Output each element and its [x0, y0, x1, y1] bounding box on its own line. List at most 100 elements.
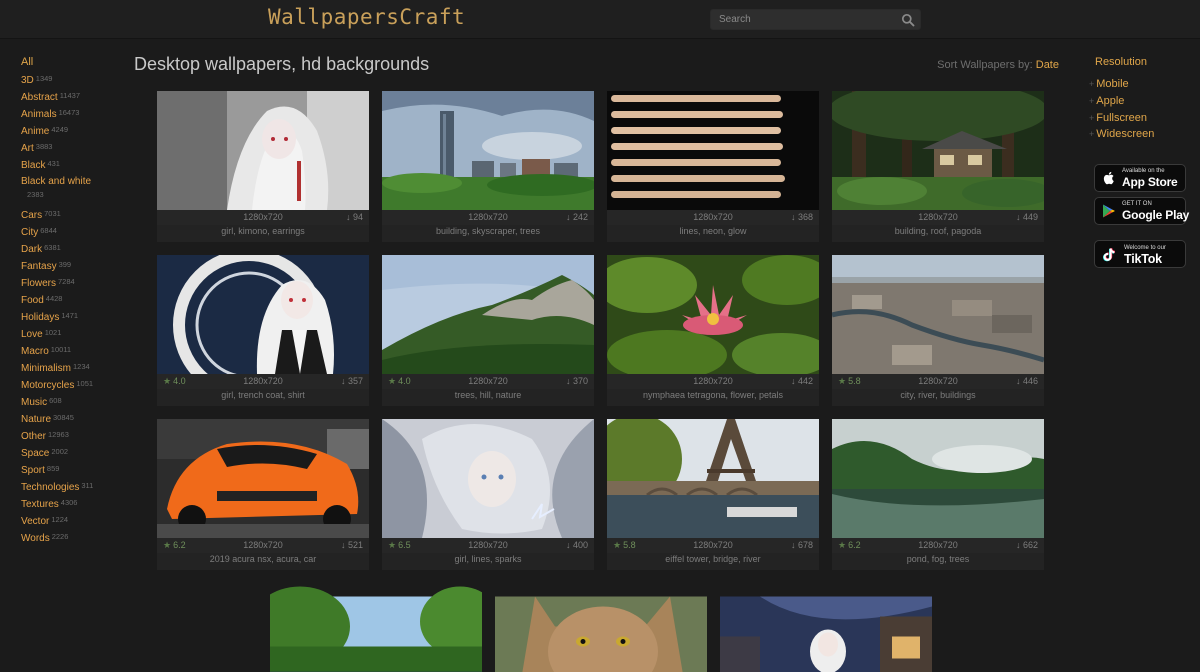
- wallpaper-thumbnail[interactable]: [157, 91, 369, 210]
- resolution-item: + Mobile: [1089, 76, 1189, 93]
- wallpaper-thumbnail[interactable]: [382, 419, 594, 538]
- category-link-3d[interactable]: 3D: [21, 75, 34, 86]
- sort-value-link[interactable]: Date: [1036, 59, 1059, 71]
- category-link-holidays[interactable]: Holidays: [21, 312, 59, 323]
- category-item: Holidays 1471: [21, 309, 126, 326]
- wallpaper-card: ★ 5.8 1280x720 ↓ 678 eiffel tower, bridge…: [607, 419, 819, 570]
- wallpaper-resolution: 1280x720: [468, 376, 508, 386]
- category-item: 3D 1349: [21, 72, 126, 89]
- wallpaper-meta: ★ 5.8 1280x720 ↓ 678: [607, 538, 819, 553]
- resolution-list: + Mobile + Apple + Fullscreen + Widescreen: [1089, 76, 1189, 143]
- category-item: Other 12963: [21, 428, 126, 445]
- category-link-love[interactable]: Love: [21, 329, 43, 340]
- category-count: 608: [49, 396, 62, 405]
- wallpaper-thumbnail[interactable]: [832, 255, 1044, 374]
- wallpaper-thumbnail[interactable]: [495, 582, 707, 672]
- category-link-city[interactable]: City: [21, 227, 38, 238]
- category-count: 1021: [44, 328, 62, 337]
- category-link-words[interactable]: Words: [21, 533, 50, 544]
- wallpaper-tags: lines, neon, glow: [679, 226, 747, 236]
- wallpaper-thumbnail[interactable]: [832, 91, 1044, 210]
- category-link-black-and-white[interactable]: Black and white: [21, 176, 91, 187]
- category-link-textures[interactable]: Textures: [21, 499, 59, 510]
- resolution-link-mobile[interactable]: Mobile: [1096, 78, 1128, 90]
- category-link-fantasy[interactable]: Fantasy: [21, 261, 57, 272]
- category-link-technologies[interactable]: Technologies: [21, 482, 79, 493]
- category-count: 1051: [76, 379, 94, 388]
- category-link-dark[interactable]: Dark: [21, 244, 42, 255]
- wallpaper-thumbnail[interactable]: [607, 419, 819, 538]
- wallpaper-thumbnail[interactable]: [607, 91, 819, 210]
- category-link-anime[interactable]: Anime: [21, 126, 49, 137]
- category-link-vector[interactable]: Vector: [21, 516, 49, 527]
- wallpaper-thumbnail[interactable]: [157, 419, 369, 538]
- wallpaper-meta: ★ 6.2 1280x720 ↓ 662: [832, 538, 1044, 553]
- category-item: Flowers 7284: [21, 275, 126, 292]
- resolution-link-widescreen[interactable]: Widescreen: [1096, 128, 1154, 140]
- search-icon[interactable]: [901, 13, 915, 27]
- wallpaper-thumbnail[interactable]: [270, 582, 482, 672]
- category-link-animals[interactable]: Animals: [21, 109, 57, 120]
- category-link-minimalism[interactable]: Minimalism: [21, 363, 71, 374]
- category-link-cars[interactable]: Cars: [21, 210, 42, 221]
- category-item: Technologies 311: [21, 479, 126, 496]
- category-link-macro[interactable]: Macro: [21, 346, 49, 357]
- wallpaper-thumbnail[interactable]: [832, 419, 1044, 538]
- category-item: Love 1021: [21, 326, 126, 343]
- category-item: Black and white 2383: [21, 175, 126, 201]
- wallpaper-card: [270, 582, 482, 672]
- resolution-item: + Widescreen: [1089, 126, 1189, 143]
- category-count: 30845: [53, 413, 74, 422]
- wallpaper-resolution: 1280x720: [693, 540, 733, 550]
- page-title: Desktop wallpapers, hd backgrounds: [134, 54, 430, 74]
- category-item: Cars 7031: [21, 207, 126, 224]
- wallpaper-tags: pond, fog, trees: [906, 554, 970, 564]
- category-link-black[interactable]: Black: [21, 160, 45, 171]
- category-item: Art 3883: [21, 140, 126, 157]
- category-count: 4428: [45, 294, 63, 303]
- wallpaper-meta: 1280x720 ↓ 94: [157, 210, 369, 225]
- category-link-food[interactable]: Food: [21, 295, 44, 306]
- resolution-link-apple[interactable]: Apple: [1096, 95, 1124, 107]
- category-link-motorcycles[interactable]: Motorcycles: [21, 380, 74, 391]
- search-input[interactable]: [711, 10, 899, 29]
- category-link-nature[interactable]: Nature: [21, 414, 51, 425]
- resolution-sidebar: Resolution + Mobile + Apple + Fullscreen + W…: [1089, 55, 1189, 143]
- site-logo[interactable]: WallpapersCraft: [268, 5, 465, 29]
- forest-lake-image: [270, 586, 482, 672]
- category-link-other[interactable]: Other: [21, 431, 46, 442]
- category-item: Words 2226: [21, 530, 126, 547]
- wallpaper-downloads: ↓ 94: [345, 212, 363, 222]
- wallpaper-downloads: ↓ 678: [790, 540, 813, 550]
- category-link-abstract[interactable]: Abstract: [21, 92, 58, 103]
- wallpaper-meta: ★ 5.8 1280x720 ↓ 446: [832, 374, 1044, 389]
- wallpaper-downloads: ↓ 449: [1015, 212, 1038, 222]
- category-item: Food 4428: [21, 292, 126, 309]
- wallpaper-card: ★ 6.5 1280x720 ↓ 400 girl, lines, sparks: [382, 419, 594, 570]
- plus-icon: +: [1089, 112, 1095, 123]
- wallpaper-tags: building, roof, pagoda: [894, 226, 982, 236]
- eiffel-tower-image: [607, 419, 819, 538]
- category-all-link[interactable]: All: [21, 55, 126, 69]
- tiktok-button[interactable]: Welcome to our TikTok: [1094, 240, 1186, 268]
- pagoda-forest-image: [832, 91, 1044, 210]
- google-play-button[interactable]: GET IT ON Google Play: [1094, 197, 1189, 225]
- category-count: 6844: [40, 226, 57, 235]
- wallpaper-thumbnail[interactable]: [382, 255, 594, 374]
- wallpaper-thumbnail[interactable]: [720, 582, 932, 672]
- resolution-link-fullscreen[interactable]: Fullscreen: [1096, 112, 1147, 124]
- wallpaper-thumbnail[interactable]: [382, 91, 594, 210]
- category-count: 4306: [60, 498, 78, 507]
- app-store-button[interactable]: Available on the App Store: [1094, 164, 1186, 192]
- wallpaper-thumbnail[interactable]: [157, 255, 369, 374]
- category-link-space[interactable]: Space: [21, 448, 49, 459]
- sort-label: Sort Wallpapers by:: [937, 59, 1033, 71]
- wallpaper-meta: ★ 6.5 1280x720 ↓ 400: [382, 538, 594, 553]
- category-link-sport[interactable]: Sport: [21, 465, 45, 476]
- category-link-flowers[interactable]: Flowers: [21, 278, 56, 289]
- foggy-pond-image: [832, 419, 1044, 538]
- wallpaper-tags: 2019 acura nsx, acura, car: [209, 554, 317, 564]
- wallpaper-thumbnail[interactable]: [607, 255, 819, 374]
- category-link-art[interactable]: Art: [21, 143, 34, 154]
- category-link-music[interactable]: Music: [21, 397, 47, 408]
